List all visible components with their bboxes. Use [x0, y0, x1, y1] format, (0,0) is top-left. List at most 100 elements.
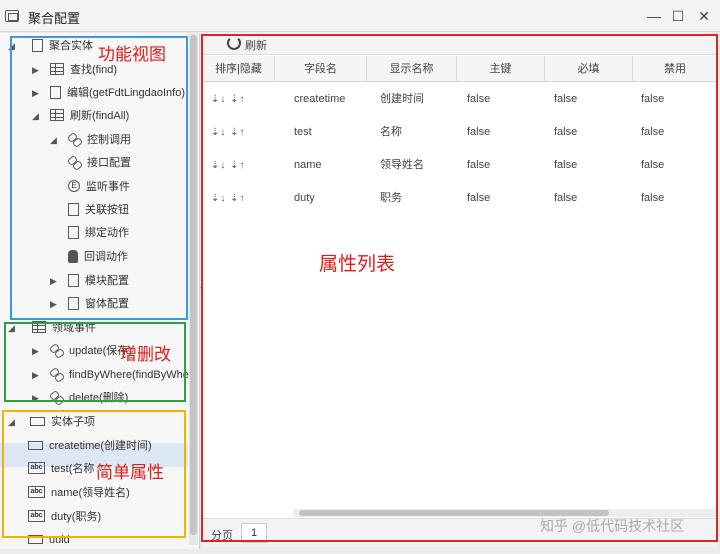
tree-item-label: duty(职务) [51, 511, 102, 523]
tree-item-label: createtime(创建时间) [49, 440, 152, 452]
tree-node-domain-events[interactable]: ◢ 领域事件 [8, 317, 96, 339]
tree-item-bind-action[interactable]: 绑定动作 [68, 222, 129, 244]
tree-item-module-config[interactable]: ▶ 模块配置 [50, 270, 129, 292]
cell-required[interactable]: false [554, 182, 577, 215]
cell-field: createtime [294, 93, 346, 105]
refresh-button[interactable]: 刷新 [245, 37, 267, 53]
collapsed-arrow-icon[interactable]: ▶ [32, 340, 42, 362]
annotation-function-view: 功能视图 [98, 45, 166, 65]
cell-disabled[interactable]: false [641, 182, 664, 215]
maximize-button[interactable]: ☐ [668, 6, 688, 26]
table-row[interactable]: ⇣↓ ⇣↑ test 名称 false false false [203, 116, 717, 149]
expanded-arrow-icon[interactable]: ◢ [50, 129, 60, 151]
cell-required[interactable]: false [554, 116, 577, 149]
cell-pk[interactable]: false [467, 182, 490, 215]
link-icon [50, 344, 63, 356]
tree-node-entity-subitems[interactable]: ◢ 实体子项 [8, 411, 95, 433]
scrollbar-thumb[interactable] [190, 35, 197, 535]
header-display-name[interactable]: 显示名称 [367, 56, 457, 82]
tree-item-createtime[interactable]: createtime(创建时间) [28, 435, 152, 457]
title-bar: 聚合配置 — ☐ ✕ [0, 0, 720, 32]
tree-item-test[interactable]: abc test(名称 [28, 458, 94, 480]
tree-item-label: 模块配置 [85, 275, 129, 287]
table-row[interactable]: ⇣↓ ⇣↑ createtime 创建时间 false false false [203, 83, 717, 116]
tree-item-edit[interactable]: ▶ 编辑(getFdtLingdaoInfo) [32, 82, 185, 104]
table-icon [50, 109, 64, 122]
link-icon [50, 368, 63, 380]
tree-item-duty[interactable]: abc duty(职务) [28, 506, 101, 528]
cell-required[interactable]: false [554, 83, 577, 116]
tree-item-name[interactable]: abc name(领导姓名) [28, 482, 130, 504]
annotation-attr-list: 属性列表 [319, 253, 396, 275]
collapsed-arrow-icon[interactable]: ▶ [32, 59, 42, 81]
cell-disabled[interactable]: false [641, 116, 664, 149]
tree-node-label: 聚合实体 [49, 40, 93, 52]
expanded-arrow-icon[interactable]: ◢ [8, 411, 18, 433]
header-sort-hide[interactable]: 排序|隐藏 [203, 56, 275, 82]
cell-display: 领导姓名 [380, 159, 424, 171]
header-field-name[interactable]: 字段名 [275, 56, 367, 82]
cell-pk[interactable]: false [467, 83, 490, 116]
edit-icon [68, 202, 79, 216]
minimize-button[interactable]: — [644, 6, 664, 26]
cell-pk[interactable]: false [467, 116, 490, 149]
sort-icons[interactable]: ⇣↓ ⇣↑ [211, 116, 246, 149]
header-primary-key[interactable]: 主键 [457, 56, 545, 82]
tree-item-control-call[interactable]: ◢ 控制调用 [50, 129, 131, 151]
table-row[interactable]: ⇣↓ ⇣↑ duty 职务 false false false [203, 182, 717, 215]
expanded-arrow-icon[interactable]: ◢ [32, 105, 42, 127]
link-icon [68, 156, 81, 168]
collapsed-arrow-icon[interactable]: ▶ [32, 82, 42, 104]
expanded-arrow-icon[interactable]: ◢ [8, 35, 18, 57]
tree-node-aggregate-entity[interactable]: ◢ 聚合实体 [8, 35, 93, 57]
header-disabled[interactable]: 禁用 [633, 56, 717, 82]
collapsed-arrow-icon[interactable]: ▶ [50, 270, 60, 292]
page-number-input[interactable]: 1 [241, 523, 267, 543]
tree-item-listen-event[interactable]: E 监听事件 [68, 176, 130, 198]
close-button[interactable]: ✕ [694, 6, 714, 26]
field-icon [30, 416, 45, 426]
window-title: 聚合配置 [28, 11, 81, 26]
tree-item-refresh[interactable]: ◢ 刷新(findAll) [32, 105, 130, 127]
cell-disabled[interactable]: false [641, 83, 664, 116]
tree-item-label: 查找(find) [70, 64, 118, 76]
tree-item-label: findByWhere(findByWhe [69, 369, 189, 381]
table-header: 排序|隐藏 字段名 显示名称 主键 必填 禁用 [203, 56, 717, 82]
tree-item-label: 刷新(findAll) [70, 110, 130, 122]
tree-item-label: delete(删除) [69, 392, 129, 404]
cell-display: 名称 [380, 126, 402, 138]
tree-item-form-config[interactable]: ▶ 窗体配置 [50, 293, 129, 315]
expanded-arrow-icon[interactable]: ◢ [8, 317, 18, 339]
collapsed-arrow-icon[interactable]: ▶ [32, 364, 42, 386]
cell-display: 职务 [380, 192, 402, 204]
sort-icons[interactable]: ⇣↓ ⇣↑ [211, 182, 246, 215]
cell-field: test [294, 126, 312, 138]
cell-pk[interactable]: false [467, 149, 490, 182]
field-icon [28, 440, 43, 450]
cell-display: 创建时间 [380, 93, 424, 105]
cell-required[interactable]: false [554, 149, 577, 182]
table-row[interactable]: ⇣↓ ⇣↑ name 领导姓名 false false false [203, 149, 717, 182]
tree-item-delete[interactable]: ▶ delete(删除) [32, 387, 129, 409]
tree-item-label: 接口配置 [87, 157, 131, 169]
collapsed-arrow-icon[interactable]: ▶ [32, 387, 42, 409]
collapsed-arrow-icon[interactable]: ▶ [50, 293, 60, 315]
cell-field: duty [294, 192, 315, 204]
sort-icons[interactable]: ⇣↓ ⇣↑ [211, 149, 246, 182]
tree-item-label: 窗体配置 [85, 298, 129, 310]
tree-item-findbywhere[interactable]: ▶ findByWhere(findByWhe [32, 364, 189, 386]
refresh-icon[interactable] [227, 36, 241, 50]
entity-icon [32, 38, 43, 52]
tree-node-label: 领域事件 [52, 322, 96, 334]
cell-disabled[interactable]: false [641, 149, 664, 182]
annotation-simple-attrs: 简单属性 [96, 463, 164, 483]
tree-vertical-scrollbar[interactable] [189, 33, 198, 545]
header-required[interactable]: 必填 [545, 56, 633, 82]
pager-label: 分页 [211, 530, 233, 542]
tree-item-interface-config[interactable]: 接口配置 [68, 152, 131, 174]
tree-item-callback-action[interactable]: 回调动作 [68, 246, 128, 268]
sort-icons[interactable]: ⇣↓ ⇣↑ [211, 83, 246, 116]
tree-item-related-button[interactable]: 关联按钮 [68, 199, 129, 221]
tree-item-uuid[interactable]: uuid [28, 529, 70, 549]
toolbar: 刷新 [203, 33, 717, 55]
